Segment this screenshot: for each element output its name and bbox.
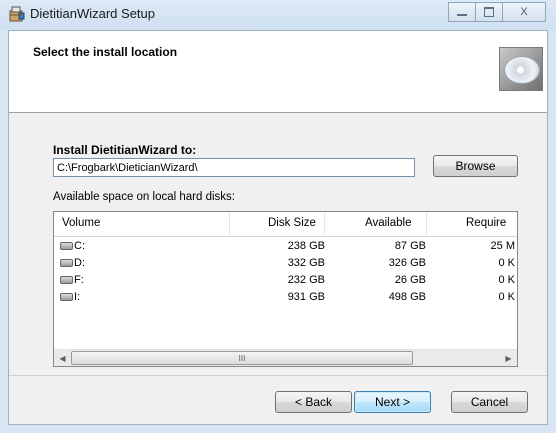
column-header-disk-size[interactable]: Disk Size — [268, 217, 316, 229]
dialog-body: Select the install location Install Diet… — [8, 30, 548, 425]
column-header-available[interactable]: Available — [365, 217, 411, 229]
close-button[interactable]: X — [502, 2, 546, 22]
column-divider[interactable] — [229, 212, 230, 235]
footer-divider — [9, 375, 547, 376]
install-path-input[interactable] — [53, 158, 415, 177]
disk-available: 87 GB — [394, 240, 426, 252]
page-title: Select the install location — [33, 45, 178, 59]
scroll-right-icon[interactable]: ▶ — [500, 350, 517, 366]
cd-disc-icon — [499, 47, 543, 91]
column-divider[interactable] — [324, 212, 325, 235]
install-location-label: Install DietitianWizard to: — [53, 143, 197, 157]
disk-list[interactable]: Volume Disk Size Available Require C: 23… — [53, 211, 518, 367]
browse-button[interactable]: Browse — [433, 155, 518, 177]
disk-list-header: Volume Disk Size Available Require — [54, 212, 517, 237]
disk-volume: I: — [74, 291, 81, 303]
disk-size: 931 GB — [287, 291, 325, 303]
window-controls: X — [448, 2, 546, 24]
title-bar[interactable]: DietitianWizard Setup X — [0, 0, 556, 30]
disk-row[interactable]: D: 332 GB 326 GB 0 K — [54, 255, 517, 272]
minimize-icon — [457, 14, 467, 16]
disk-available: 26 GB — [394, 274, 426, 286]
cancel-button[interactable]: Cancel — [451, 391, 528, 413]
back-button[interactable]: < Back — [275, 391, 352, 413]
window-title: DietitianWizard Setup — [30, 6, 155, 21]
disk-volume: C: — [74, 240, 85, 252]
maximize-icon — [484, 7, 494, 17]
hard-drive-icon — [60, 293, 73, 301]
available-space-label: Available space on local hard disks: — [53, 191, 235, 203]
hard-drive-icon — [60, 276, 73, 284]
disk-volume: D: — [74, 257, 85, 269]
hard-drive-icon — [60, 259, 73, 267]
disk-required: 25 M — [490, 240, 515, 252]
disk-required: 0 K — [498, 291, 515, 303]
header-banner: Select the install location — [9, 31, 547, 113]
maximize-button[interactable] — [475, 2, 503, 22]
horizontal-scrollbar[interactable]: ◀ III ▶ — [54, 349, 517, 366]
disk-volume: F: — [74, 274, 84, 286]
close-icon: X — [520, 6, 528, 18]
disk-row[interactable]: F: 232 GB 26 GB 0 K — [54, 272, 517, 289]
disk-available: 326 GB — [388, 257, 426, 269]
installer-app-icon — [9, 6, 25, 22]
disk-row[interactable]: C: 238 GB 87 GB 25 M — [54, 238, 517, 255]
scrollbar-grip-icon: III — [238, 353, 246, 363]
column-divider[interactable] — [426, 212, 427, 235]
hard-drive-icon — [60, 242, 73, 250]
scroll-left-icon[interactable]: ◀ — [54, 350, 71, 366]
disk-row[interactable]: I: 931 GB 498 GB 0 K — [54, 289, 517, 306]
column-header-required[interactable]: Require — [466, 217, 506, 229]
next-button[interactable]: Next > — [354, 391, 431, 413]
minimize-button[interactable] — [448, 2, 476, 22]
setup-window: DietitianWizard Setup X Select the insta… — [0, 0, 556, 433]
cd-disc-shape — [504, 56, 540, 84]
disk-size: 238 GB — [287, 240, 325, 252]
disk-available: 498 GB — [388, 291, 426, 303]
disk-required: 0 K — [498, 274, 515, 286]
disk-size: 332 GB — [287, 257, 325, 269]
column-header-volume[interactable]: Volume — [62, 217, 100, 229]
scrollbar-thumb[interactable]: III — [71, 351, 413, 365]
disk-size: 232 GB — [287, 274, 325, 286]
disk-required: 0 K — [498, 257, 515, 269]
